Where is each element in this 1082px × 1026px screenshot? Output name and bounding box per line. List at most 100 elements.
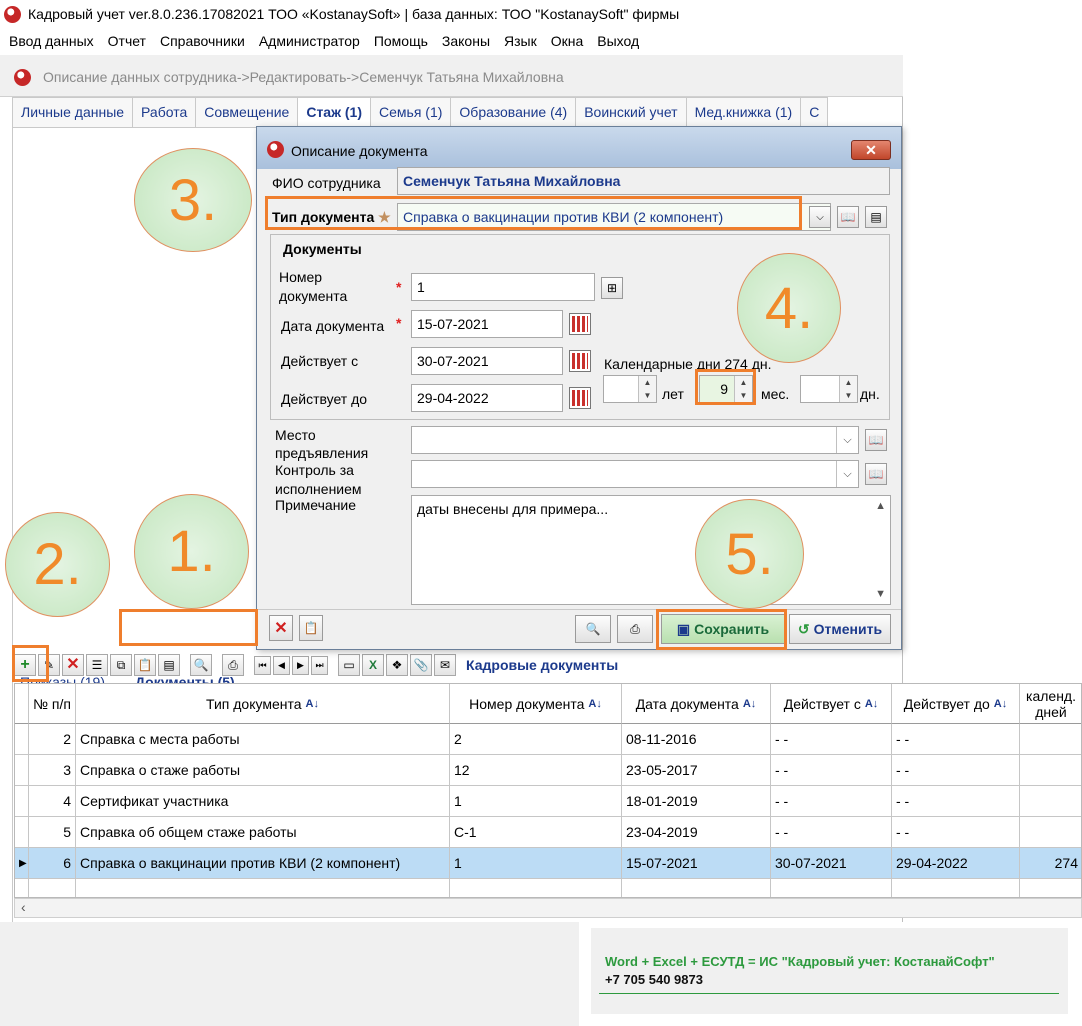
prev-record-icon[interactable]: ◀ bbox=[273, 655, 290, 675]
next-record-icon[interactable]: ▶ bbox=[292, 655, 309, 675]
note-textarea[interactable]: даты внесены для примера... ▲ ▼ bbox=[411, 495, 891, 605]
paperclip-icon[interactable]: 📎 bbox=[410, 654, 432, 676]
email-icon[interactable]: ✉ bbox=[434, 654, 456, 676]
delete-icon[interactable]: ✕ bbox=[62, 654, 84, 676]
cell-date: 15-07-2021 bbox=[622, 848, 771, 879]
stepper-down-icon[interactable]: ▼ bbox=[639, 389, 656, 402]
column-header-valid-to[interactable]: Действует до A↓ bbox=[892, 684, 1020, 724]
attachments-icon[interactable]: ❖ bbox=[386, 654, 408, 676]
table-empty-row bbox=[15, 879, 1081, 897]
sort-icon[interactable]: A↓ bbox=[588, 698, 601, 710]
calendar-icon[interactable] bbox=[569, 313, 591, 335]
column-header-date[interactable]: Дата документа A↓ bbox=[622, 684, 771, 724]
copy-icon[interactable]: ⧉ bbox=[110, 654, 132, 676]
horizontal-scrollbar[interactable]: ‹ bbox=[14, 898, 1082, 918]
menu-item-language[interactable]: Язык bbox=[499, 30, 546, 54]
stepper-up-icon[interactable]: ▲ bbox=[639, 376, 656, 389]
column-header-doc-number[interactable]: Номер документа A↓ bbox=[450, 684, 622, 724]
place-combo[interactable]: ⌵ bbox=[411, 426, 859, 454]
days-stepper[interactable]: ▲ ▼ bbox=[800, 375, 858, 403]
calendar-icon[interactable] bbox=[569, 350, 591, 372]
menu-item-admin[interactable]: Администратор bbox=[254, 30, 369, 54]
row-indicator bbox=[15, 755, 29, 786]
paste-icon[interactable]: 📋 bbox=[134, 654, 156, 676]
annotation-step-2: 2. bbox=[5, 512, 110, 617]
column-header-type[interactable]: Тип документа A↓ bbox=[76, 684, 450, 724]
sort-icon[interactable]: A↓ bbox=[994, 698, 1007, 710]
menu-item-windows[interactable]: Окна bbox=[546, 30, 593, 54]
months-unit: мес. bbox=[761, 386, 790, 402]
close-icon[interactable]: ✕ bbox=[851, 140, 891, 160]
excel-export-icon[interactable]: X bbox=[362, 654, 384, 676]
control-label-line2: исполнением bbox=[275, 481, 362, 497]
stepper-buttons[interactable]: ▲ ▼ bbox=[638, 376, 656, 402]
menu-item-laws[interactable]: Законы bbox=[437, 30, 499, 54]
valid-to-field[interactable]: 29-04-2022 bbox=[411, 384, 563, 412]
tab-medical-book[interactable]: Мед.книжка (1) bbox=[685, 97, 802, 127]
stepper-down-icon[interactable]: ▼ bbox=[840, 389, 857, 402]
years-stepper[interactable]: ▲ ▼ bbox=[603, 375, 657, 403]
tab-personal[interactable]: Личные данные bbox=[12, 97, 134, 127]
book-icon[interactable]: 📖 bbox=[865, 463, 887, 485]
preview-icon[interactable]: 🔍 bbox=[575, 615, 611, 643]
tab-education[interactable]: Образование (4) bbox=[450, 97, 577, 127]
delete-icon[interactable]: ✕ bbox=[269, 615, 293, 641]
menu-item-input[interactable]: Ввод данных bbox=[4, 30, 103, 54]
cell-doc-number: 1 bbox=[450, 786, 622, 817]
print-icon[interactable]: ⎙ bbox=[222, 654, 244, 676]
tab-military[interactable]: Воинский учет bbox=[575, 97, 687, 127]
column-header-number[interactable]: № п/п bbox=[29, 684, 76, 724]
tab-work[interactable]: Работа bbox=[132, 97, 197, 127]
doc-date-field[interactable]: 15-07-2021 bbox=[411, 310, 563, 338]
table-row[interactable]: 3 Справка о стаже работы 12 23-05-2017 -… bbox=[15, 755, 1081, 786]
sort-icon[interactable]: A↓ bbox=[865, 698, 878, 710]
column-header-valid-from[interactable]: Действует с A↓ bbox=[771, 684, 892, 724]
chevron-down-icon[interactable]: ⌵ bbox=[836, 427, 858, 453]
scroll-down-icon[interactable]: ▼ bbox=[875, 588, 886, 600]
preview-icon[interactable]: 🔍 bbox=[190, 654, 212, 676]
last-record-icon[interactable]: ⏭ bbox=[311, 655, 328, 675]
scanner-icon[interactable]: ▭ bbox=[338, 654, 360, 676]
book-icon[interactable]: 📖 bbox=[837, 206, 859, 228]
first-record-icon[interactable]: ⏮ bbox=[254, 655, 271, 675]
menu-item-exit[interactable]: Выход bbox=[592, 30, 648, 54]
cancel-button[interactable]: ↺ Отменить bbox=[789, 614, 891, 644]
stepper-up-icon[interactable]: ▲ bbox=[840, 376, 857, 389]
footer-ad-box: Word + Excel + ЕСУТД = ИС "Кадровый учет… bbox=[579, 922, 1082, 1026]
chevron-down-icon[interactable]: ⌵ bbox=[836, 461, 858, 487]
sort-icon[interactable]: A↓ bbox=[743, 698, 756, 710]
calendar-icon[interactable] bbox=[569, 387, 591, 409]
control-combo[interactable]: ⌵ bbox=[411, 460, 859, 488]
table-row[interactable]: 2 Справка с места работы 2 08-11-2016 - … bbox=[15, 724, 1081, 755]
doc-number-field[interactable]: 1 bbox=[411, 273, 595, 301]
empty-cell bbox=[76, 879, 450, 897]
scroll-left-icon[interactable]: ‹ bbox=[21, 899, 26, 915]
table-row[interactable]: 5 Справка об общем стаже работы С-1 23-0… bbox=[15, 817, 1081, 848]
menu-item-report[interactable]: Отчет bbox=[103, 30, 155, 54]
chevron-down-icon[interactable]: ⌵ bbox=[809, 206, 831, 228]
tab-family[interactable]: Семья (1) bbox=[370, 97, 452, 127]
sort-icon[interactable]: A↓ bbox=[306, 698, 319, 710]
book-icon[interactable]: 📖 bbox=[865, 429, 887, 451]
properties-icon[interactable]: ▤ bbox=[158, 654, 180, 676]
generate-number-icon[interactable]: ⊞ bbox=[601, 277, 623, 299]
valid-from-field[interactable]: 30-07-2021 bbox=[411, 347, 563, 375]
empty-cell bbox=[450, 879, 622, 897]
control-label-line1: Контроль за bbox=[275, 462, 354, 478]
stepper-buttons[interactable]: ▲ ▼ bbox=[839, 376, 857, 402]
print-icon[interactable]: ⎙ bbox=[617, 615, 653, 643]
place-label-line2: предъявления bbox=[275, 445, 369, 461]
view-list-icon[interactable]: ☰ bbox=[86, 654, 108, 676]
table-row[interactable]: 4 Сертификат участника 1 18-01-2019 - - … bbox=[15, 786, 1081, 817]
directory-icon[interactable]: ▤ bbox=[865, 206, 887, 228]
column-header-calendar-days[interactable]: календ. дней bbox=[1020, 684, 1081, 724]
scroll-up-icon[interactable]: ▲ bbox=[875, 500, 886, 512]
tab-combination[interactable]: Совмещение bbox=[195, 97, 299, 127]
clipboard-icon[interactable]: 📋 bbox=[299, 615, 323, 641]
menu-item-help[interactable]: Помощь bbox=[369, 30, 437, 54]
tab-seniority[interactable]: Стаж (1) bbox=[297, 97, 372, 127]
tab-more[interactable]: С bbox=[800, 97, 829, 127]
column-header-label: № п/п bbox=[33, 695, 71, 712]
table-row-selected[interactable]: ▶ 6 Справка о вакцинации против КВИ (2 к… bbox=[15, 848, 1081, 879]
menu-item-references[interactable]: Справочники bbox=[155, 30, 254, 54]
